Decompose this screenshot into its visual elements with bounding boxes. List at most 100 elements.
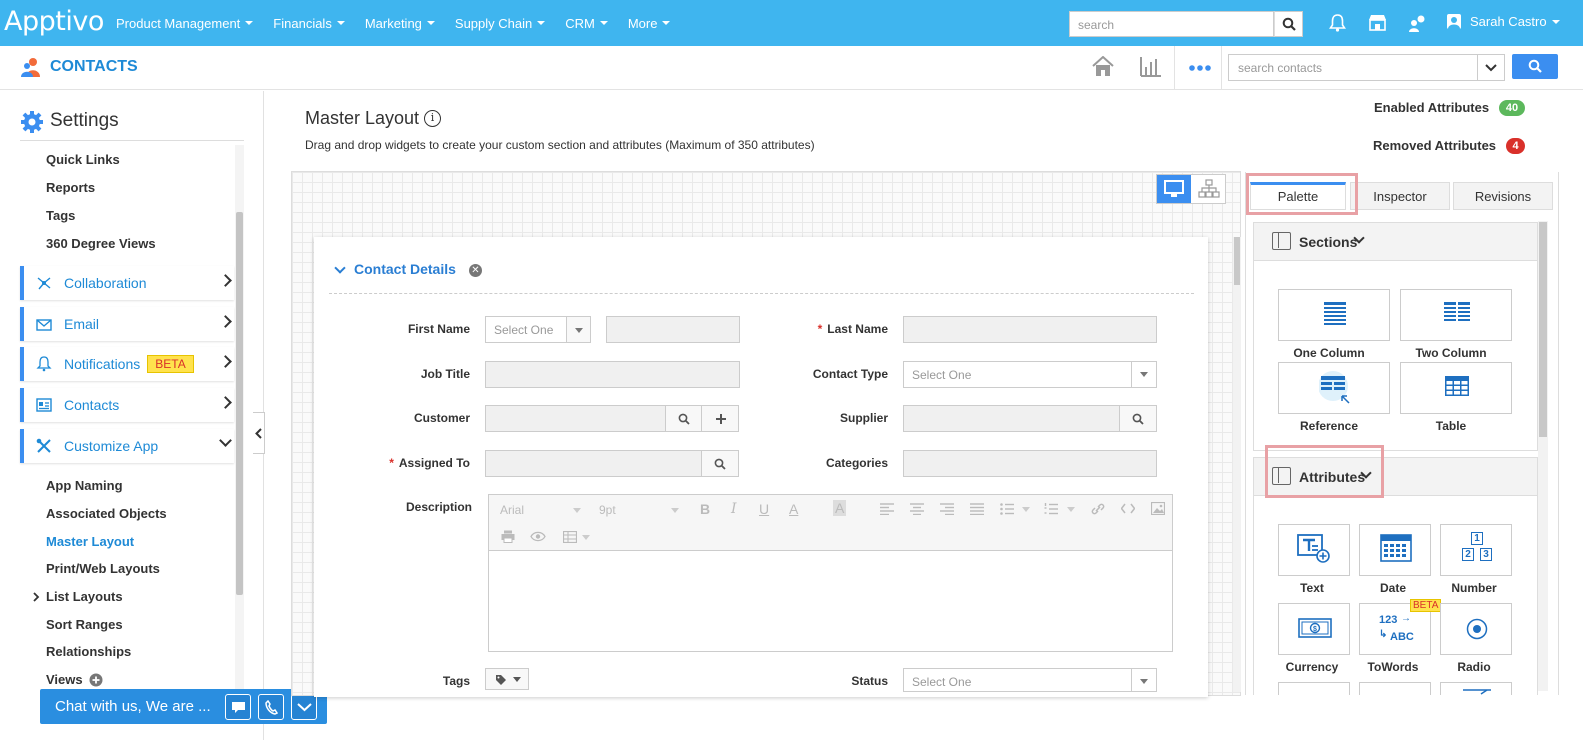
widget-partial[interactable] — [1440, 682, 1512, 695]
tags-button[interactable] — [485, 668, 529, 690]
sidebar-link-app-naming[interactable]: App Naming — [46, 478, 123, 493]
sidebar-link-360-views[interactable]: 360 Degree Views — [46, 236, 156, 251]
widget-date[interactable] — [1359, 524, 1431, 576]
removed-attributes-label[interactable]: Removed Attributes — [1373, 138, 1496, 153]
align-right-icon[interactable] — [940, 503, 954, 515]
italic-icon[interactable]: I — [731, 501, 737, 517]
sidebar-group-email[interactable]: Email — [20, 307, 234, 341]
numbered-list-icon[interactable] — [1044, 503, 1058, 515]
section-title[interactable]: Contact Details — [354, 261, 456, 277]
salutation-dropdown-button[interactable] — [566, 316, 591, 343]
sidebar-link-print-web-layouts[interactable]: Print/Web Layouts — [46, 561, 160, 576]
apptivo-logo[interactable]: Apptivo — [4, 6, 104, 37]
tab-revisions[interactable]: Revisions — [1453, 182, 1553, 210]
sidebar-collapse-toggle[interactable] — [253, 412, 265, 454]
enabled-attributes-label[interactable]: Enabled Attributes — [1374, 100, 1489, 115]
canvas-scrollbar[interactable] — [1233, 237, 1241, 692]
align-left-icon[interactable] — [880, 503, 894, 515]
sidebar-group-customize-app[interactable]: Customize App — [20, 429, 234, 463]
contacts-search-input[interactable]: search contacts — [1228, 54, 1478, 81]
analytics-icon[interactable] — [1140, 56, 1162, 77]
sidebar-link-master-layout[interactable]: Master Layout — [46, 534, 134, 549]
image-icon[interactable] — [1151, 502, 1165, 515]
contact-type-dropdown-button[interactable] — [1131, 362, 1156, 387]
sidebar-link-associated-objects[interactable]: Associated Objects — [46, 506, 167, 521]
status-dropdown-button[interactable] — [1131, 669, 1156, 691]
sections-header[interactable]: Sections — [1254, 223, 1537, 261]
assigned-to-input[interactable] — [485, 450, 703, 477]
description-editor[interactable]: Arial 9pt B I U A A — [488, 494, 1173, 652]
nav-supply-chain[interactable]: Supply Chain — [455, 16, 546, 31]
widget-two-column[interactable] — [1400, 289, 1512, 341]
sidebar-link-reports[interactable]: Reports — [46, 180, 95, 195]
categories-input[interactable] — [903, 450, 1157, 477]
app-title[interactable]: CONTACTS — [50, 58, 138, 76]
user-menu[interactable]: Sarah Castro — [1447, 14, 1560, 29]
sidebar-link-tags[interactable]: Tags — [46, 208, 75, 223]
chat-widget[interactable]: Chat with us, We are ... — [40, 689, 327, 724]
widget-partial[interactable] — [1359, 682, 1431, 695]
sidebar-link-sort-ranges[interactable]: Sort Ranges — [46, 617, 123, 632]
table-icon[interactable] — [563, 531, 577, 543]
first-name-input[interactable] — [606, 316, 740, 343]
align-justify-icon[interactable] — [970, 503, 984, 515]
palette-scroll-thumb[interactable] — [1539, 222, 1547, 437]
status-select[interactable]: Select One — [903, 668, 1157, 692]
home-icon[interactable] — [1092, 56, 1114, 77]
sidebar-link-relationships[interactable]: Relationships — [46, 644, 131, 659]
customer-add-button[interactable] — [701, 405, 739, 432]
contact-type-select[interactable]: Select One — [903, 361, 1157, 388]
more-options-button[interactable] — [1174, 46, 1222, 90]
widget-radio[interactable] — [1440, 603, 1512, 655]
customer-search-button[interactable] — [665, 405, 702, 432]
assigned-to-search-button[interactable] — [701, 450, 739, 477]
nav-crm[interactable]: CRM — [565, 16, 608, 31]
sidebar-link-quick-links[interactable]: Quick Links — [46, 152, 120, 167]
chat-call-button[interactable] — [258, 694, 284, 720]
sidebar-group-collaboration[interactable]: Collaboration — [20, 266, 234, 300]
widget-table[interactable] — [1400, 362, 1512, 414]
text-color-icon[interactable]: A — [789, 501, 798, 517]
people-icon[interactable] — [1408, 14, 1428, 32]
info-icon[interactable]: i — [424, 110, 441, 127]
sidebar-scroll-thumb[interactable] — [236, 212, 243, 595]
contacts-search-button[interactable] — [1512, 54, 1558, 79]
underline-icon[interactable]: U — [759, 501, 769, 517]
sidebar-link-views[interactable]: Views — [46, 672, 83, 687]
salutation-select[interactable]: Select One — [485, 316, 567, 343]
align-center-icon[interactable] — [910, 503, 924, 515]
job-title-input[interactable] — [485, 361, 740, 388]
print-icon[interactable] — [501, 530, 515, 543]
code-icon[interactable] — [1121, 503, 1135, 514]
last-name-input[interactable] — [903, 316, 1157, 343]
bell-icon[interactable] — [1329, 14, 1346, 32]
widget-one-column[interactable] — [1278, 289, 1390, 341]
bold-icon[interactable]: B — [700, 501, 710, 517]
widget-reference[interactable] — [1278, 362, 1390, 414]
add-circle-icon[interactable] — [89, 673, 103, 687]
bullet-list-icon[interactable] — [1000, 503, 1014, 515]
nav-more[interactable]: More — [628, 16, 671, 31]
font-size-select[interactable]: 9pt — [599, 503, 616, 517]
canvas-scroll-thumb[interactable] — [1234, 237, 1240, 285]
preview-icon[interactable] — [530, 531, 546, 542]
customer-input[interactable] — [485, 405, 666, 432]
chat-message-button[interactable] — [225, 694, 251, 720]
sidebar-link-list-layouts[interactable]: List Layouts — [46, 589, 123, 604]
nav-marketing[interactable]: Marketing — [365, 16, 435, 31]
search-filter-dropdown[interactable] — [1478, 54, 1505, 81]
nav-financials[interactable]: Financials — [273, 16, 345, 31]
highlight-color-icon[interactable]: A — [833, 500, 847, 516]
sidebar-group-notifications[interactable]: Notifications BETA — [20, 347, 234, 381]
hierarchy-view-icon[interactable] — [1198, 179, 1220, 199]
global-search-button[interactable] — [1274, 11, 1303, 37]
store-icon[interactable] — [1368, 14, 1387, 32]
link-icon[interactable] — [1090, 502, 1106, 516]
remove-section-icon[interactable]: ✕ — [469, 264, 482, 277]
global-search-input[interactable]: search — [1069, 11, 1274, 37]
supplier-search-button[interactable] — [1119, 405, 1157, 432]
widget-text[interactable] — [1278, 524, 1350, 576]
widget-currency[interactable]: $ — [1278, 603, 1350, 655]
supplier-input[interactable] — [903, 405, 1121, 432]
font-family-select[interactable]: Arial — [500, 503, 524, 517]
